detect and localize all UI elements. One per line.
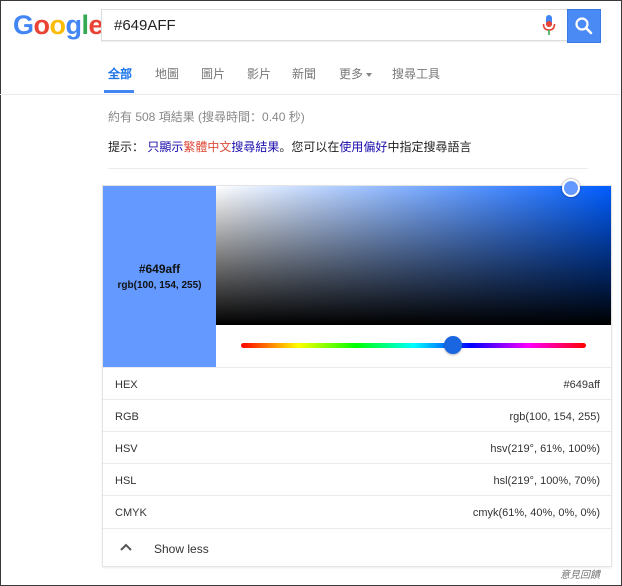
caret-down-icon xyxy=(366,72,373,77)
hint-link-only[interactable]: 只顯示 xyxy=(147,140,183,154)
feedback-link[interactable]: 意見回饋 xyxy=(560,566,600,581)
color-row-hex: HEX #649aff xyxy=(103,367,611,400)
chevron-up-icon xyxy=(120,543,132,551)
row-label: CMYK xyxy=(115,507,147,519)
row-label: HSV xyxy=(115,443,138,455)
show-less-label: Show less xyxy=(154,542,209,556)
color-row-rgb: RGB rgb(100, 154, 255) xyxy=(103,399,611,432)
row-value[interactable]: cmyk(61%, 40%, 0%, 0%) xyxy=(473,507,600,519)
color-row-cmyk: CMYK cmyk(61%, 40%, 0%, 0%) xyxy=(103,495,611,528)
logo-letter: o xyxy=(33,10,51,40)
row-value[interactable]: #649aff xyxy=(563,379,600,391)
row-label: HEX xyxy=(115,379,138,391)
search-icon xyxy=(575,17,593,35)
color-swatch: #649aff rgb(100, 154, 255) xyxy=(103,186,216,367)
microphone-icon[interactable] xyxy=(541,15,557,39)
tab-all[interactable]: 全部 xyxy=(108,65,132,82)
hue-slider[interactable] xyxy=(241,343,586,348)
tab-more-label: 更多 xyxy=(339,67,364,81)
language-hint: 提示： 只顯示繁體中文搜尋結果。您可以在使用偏好中指定搜尋語言 xyxy=(108,138,471,155)
header: Google xyxy=(1,1,621,51)
search-input[interactable] xyxy=(112,16,536,35)
saturation-value-picker[interactable] xyxy=(216,179,611,325)
search-tabs: 全部 地圖 圖片 影片 新聞 更多 搜尋工具 xyxy=(0,52,620,95)
logo-letter: G xyxy=(13,10,34,40)
saturation-value-handle[interactable] xyxy=(562,179,580,197)
color-row-hsl: HSL hsl(219°, 100%, 70%) xyxy=(103,463,611,496)
hint-middle: 。您可以在 xyxy=(279,140,340,154)
logo-letter: l xyxy=(81,10,90,40)
google-logo[interactable]: Google xyxy=(13,10,104,41)
tab-videos[interactable]: 影片 xyxy=(247,65,271,82)
hint-prefix: 提示： xyxy=(108,140,145,154)
row-label: RGB xyxy=(115,411,139,423)
tab-images[interactable]: 圖片 xyxy=(201,65,225,82)
logo-letter: g xyxy=(65,10,83,40)
row-value[interactable]: hsv(219°, 61%, 100%) xyxy=(490,443,600,455)
logo-letter: o xyxy=(49,10,67,40)
tab-news[interactable]: 新聞 xyxy=(292,65,316,82)
search-button[interactable] xyxy=(567,9,601,43)
active-tab-indicator xyxy=(104,90,134,93)
search-box xyxy=(101,9,569,41)
hint-link-preferences[interactable]: 使用偏好 xyxy=(339,140,387,154)
result-stats: 約有 508 項結果 (搜尋時間：0.40 秒) xyxy=(108,110,305,124)
hint-link-results[interactable]: 搜尋結果 xyxy=(231,140,279,154)
color-picker-card: #649aff rgb(100, 154, 255) HEX #649aff R… xyxy=(102,179,612,567)
hue-slider-handle[interactable] xyxy=(444,336,462,354)
swatch-hex-label: #649aff xyxy=(138,262,181,276)
color-row-hsv: HSV hsv(219°, 61%, 100%) xyxy=(103,431,611,464)
show-less-button[interactable]: Show less xyxy=(103,528,611,567)
row-value[interactable]: rgb(100, 154, 255) xyxy=(509,411,600,423)
hue-slider-area xyxy=(216,325,611,367)
divider xyxy=(108,168,588,169)
tab-more[interactable]: 更多 xyxy=(339,65,373,82)
swatch-rgb-label: rgb(100, 154, 255) xyxy=(117,280,202,291)
hint-link-language[interactable]: 繁體中文 xyxy=(183,140,231,154)
hint-suffix: 中指定搜尋語言 xyxy=(387,140,472,154)
row-label: HSL xyxy=(115,475,137,487)
tab-maps[interactable]: 地圖 xyxy=(155,65,179,82)
tab-search-tools[interactable]: 搜尋工具 xyxy=(392,65,440,82)
row-value[interactable]: hsl(219°, 100%, 70%) xyxy=(493,475,600,487)
